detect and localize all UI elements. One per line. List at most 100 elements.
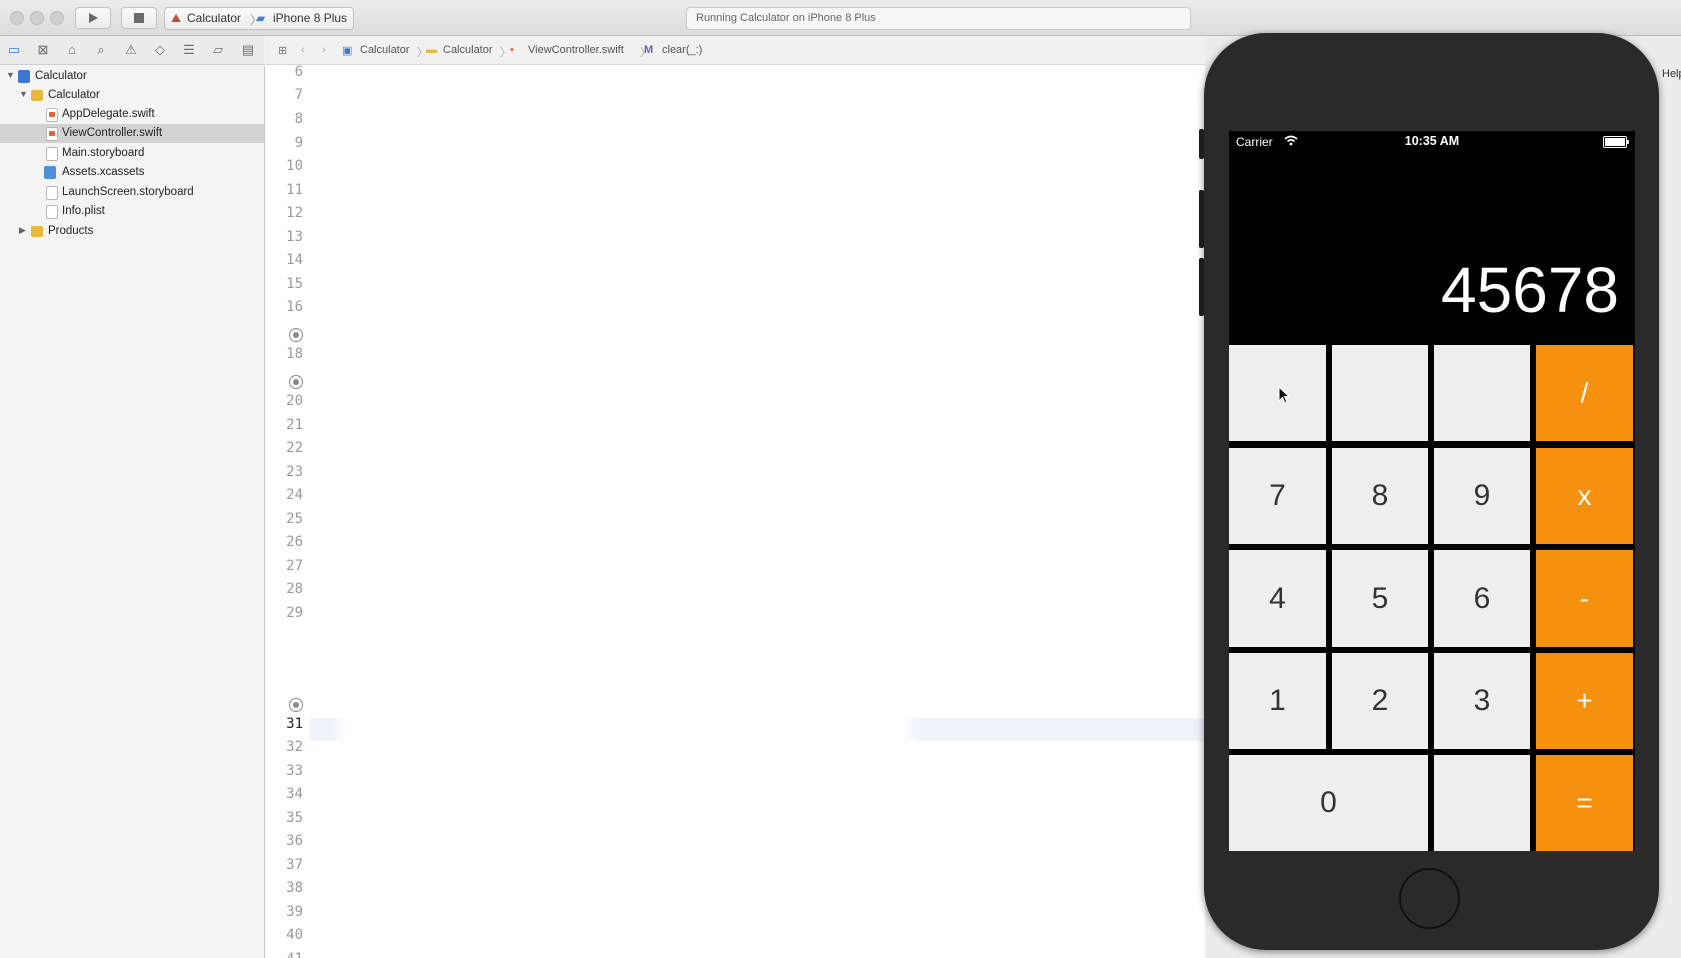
project-icon: ▣ — [342, 45, 353, 57]
line-number: 11 — [286, 182, 303, 198]
eight-key[interactable]: 8 — [1332, 448, 1428, 544]
folder-icon[interactable]: ▭ — [6, 42, 22, 58]
test-icon[interactable]: ◇ — [152, 42, 168, 58]
folder-icon — [31, 90, 43, 101]
calculator-display: 45678 — [1441, 254, 1619, 326]
line-number: 33 — [286, 763, 303, 779]
blank-key[interactable] — [1332, 345, 1428, 441]
breadcrumb-item[interactable]: clear(_:) — [662, 44, 702, 56]
home-button[interactable] — [1399, 868, 1460, 929]
line-number: 21 — [286, 417, 303, 433]
multiply-key[interactable]: x — [1536, 448, 1633, 544]
stop-icon — [134, 13, 144, 23]
volume-up-button[interactable] — [1199, 190, 1204, 248]
line-number: 24 — [286, 487, 303, 503]
line-number: 20 — [286, 393, 303, 409]
tree-item-label: AppDelegate.swift — [62, 108, 155, 120]
line-number: 16 — [286, 299, 303, 315]
storyboard-file-icon — [46, 147, 58, 161]
mute-switch — [1199, 129, 1204, 159]
line-number: 12 — [286, 205, 303, 221]
divide-key[interactable]: / — [1536, 345, 1633, 441]
folder-icon: ▬ — [426, 44, 437, 56]
breakpoint-indicator[interactable] — [289, 375, 303, 389]
decimal-key[interactable] — [1434, 755, 1530, 851]
run-button[interactable] — [75, 7, 111, 29]
line-number: 23 — [286, 464, 303, 480]
related-items-icon[interactable]: ⊞ — [278, 44, 287, 57]
battery-icon — [1603, 136, 1629, 148]
breakpoint-indicator[interactable] — [289, 328, 303, 342]
tree-item-label: Calculator — [48, 89, 100, 101]
tree-item-file[interactable]: Assets.xcassets — [0, 163, 264, 182]
line-number-current: 31 — [286, 716, 303, 732]
line-number: 37 — [286, 857, 303, 873]
plus-key[interactable]: + — [1536, 653, 1633, 749]
tree-item-file[interactable]: Info.plist — [0, 202, 264, 221]
window-minimize-button[interactable] — [30, 11, 44, 25]
line-number-gutter[interactable]: 6 7 8 9 10 11 12 13 14 15 16 18 20 21 22… — [265, 65, 310, 958]
debug-icon[interactable]: ☰ — [181, 42, 197, 58]
line-number: 35 — [286, 810, 303, 826]
folder-icon — [31, 226, 43, 237]
breakpoint-icon[interactable]: ▱ — [210, 42, 226, 58]
stop-button[interactable] — [121, 7, 157, 29]
line-number: 25 — [286, 511, 303, 527]
seven-key[interactable]: 7 — [1229, 448, 1326, 544]
one-key[interactable]: 1 — [1229, 653, 1326, 749]
volume-down-button[interactable] — [1199, 258, 1204, 316]
line-number: 40 — [286, 927, 303, 943]
window-zoom-button[interactable] — [50, 11, 64, 25]
plist-file-icon — [46, 205, 58, 219]
tree-item-file-selected[interactable]: ViewController.swift — [0, 124, 264, 143]
tree-item-label: Info.plist — [62, 205, 105, 217]
tree-item-label: Main.storyboard — [62, 147, 145, 159]
disclosure-closed-icon[interactable]: ▶ — [19, 225, 26, 236]
disclosure-open-icon[interactable]: ▼ — [6, 70, 15, 80]
xcode-toolbar: ⛰ Calculator 〉 ▰ iPhone 8 Plus Running C… — [0, 0, 1681, 36]
symbol-icon[interactable]: ⌂ — [64, 42, 80, 58]
disclosure-open-icon[interactable]: ▼ — [19, 89, 28, 99]
report-icon[interactable]: ▤ — [240, 42, 256, 58]
tree-item-project[interactable]: ▼ Calculator — [0, 67, 264, 86]
tree-item-folder[interactable]: ▶ Products — [0, 222, 264, 241]
search-icon[interactable]: ⌕ — [93, 42, 109, 58]
breadcrumb-item[interactable]: Calculator — [360, 44, 410, 56]
nine-key[interactable]: 9 — [1434, 448, 1530, 544]
swift-file-icon: ▪ — [510, 44, 514, 56]
line-number: 10 — [286, 158, 303, 174]
play-icon — [89, 13, 98, 23]
tree-item-folder[interactable]: ▼ Calculator — [0, 86, 264, 105]
scheme-selector[interactable]: ⛰ Calculator 〉 ▰ iPhone 8 Plus — [164, 7, 354, 30]
tree-item-file[interactable]: Main.storyboard — [0, 144, 264, 163]
line-number: 8 — [294, 111, 303, 127]
back-arrow-icon[interactable]: ‹ — [301, 44, 305, 56]
three-key[interactable]: 3 — [1434, 653, 1530, 749]
simulator-screen: Carrier 10:35 AM 45678 / 7 8 9 x 4 5 6 -… — [1229, 131, 1635, 851]
blank-key[interactable] — [1434, 345, 1530, 441]
status-time: 10:35 AM — [1404, 134, 1460, 148]
tree-item-file[interactable]: LaunchScreen.storyboard — [0, 183, 264, 202]
source-editor[interactable]: 6 7 8 9 10 11 12 13 14 15 16 18 20 21 22… — [265, 65, 1205, 958]
breadcrumb-item[interactable]: Calculator — [443, 44, 493, 56]
line-number: 26 — [286, 534, 303, 550]
line-number: 18 — [286, 346, 303, 362]
tree-item-file[interactable]: AppDelegate.swift — [0, 105, 264, 124]
warning-icon[interactable]: ⚠ — [123, 42, 139, 58]
line-number: 28 — [286, 581, 303, 597]
source-control-icon[interactable]: ⊠ — [35, 42, 51, 58]
line-number: 27 — [286, 558, 303, 574]
window-close-button[interactable] — [10, 11, 24, 25]
zero-key[interactable]: 0 — [1229, 755, 1428, 851]
two-key[interactable]: 2 — [1332, 653, 1428, 749]
breadcrumb-item[interactable]: ViewController.swift — [528, 44, 624, 56]
five-key[interactable]: 5 — [1332, 550, 1428, 647]
six-key[interactable]: 6 — [1434, 550, 1530, 647]
forward-arrow-icon[interactable]: › — [322, 44, 326, 56]
assets-icon — [44, 166, 56, 179]
equals-key[interactable]: = — [1536, 755, 1633, 851]
four-key[interactable]: 4 — [1229, 550, 1326, 647]
focus-highlight — [345, 688, 905, 774]
breakpoint-indicator[interactable] — [289, 698, 303, 712]
minus-key[interactable]: - — [1536, 550, 1633, 647]
